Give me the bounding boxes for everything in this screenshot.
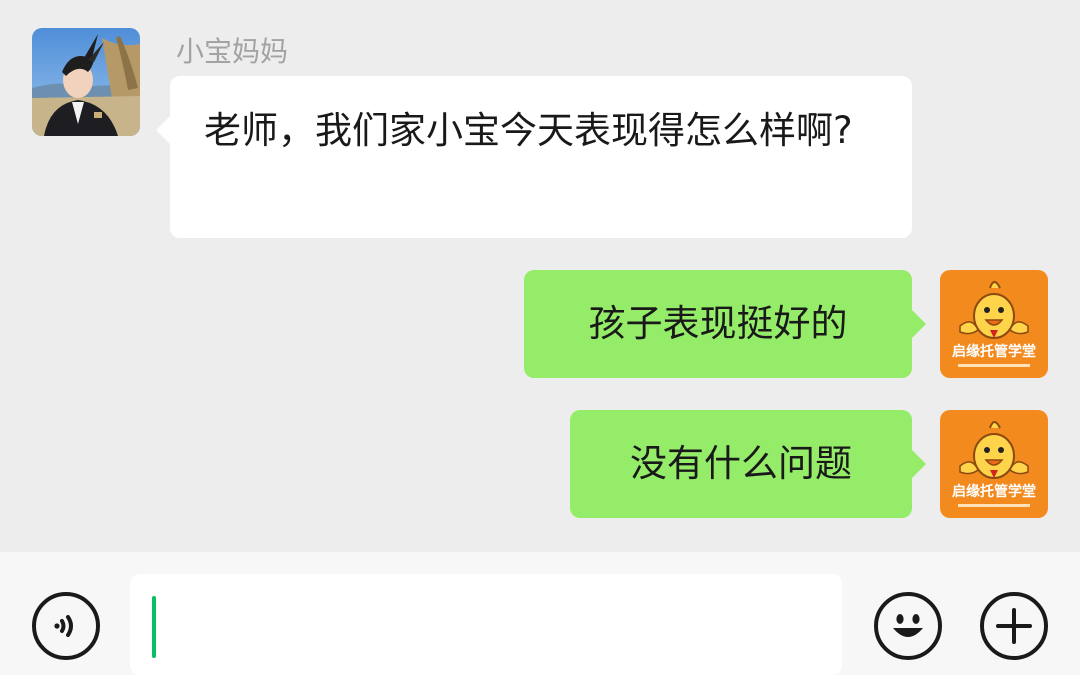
message-text: 老师，我们家小宝今天表现得怎么样啊?	[204, 109, 853, 152]
message-input[interactable]	[130, 574, 842, 675]
emoji-icon	[893, 614, 923, 637]
self-avatar[interactable]: 启缘托管学堂	[940, 270, 1048, 378]
plus-icon	[996, 608, 1032, 644]
message-text: 孩子表现挺好的	[588, 302, 848, 345]
voice-button[interactable]	[32, 592, 100, 660]
self-avatar[interactable]: 启缘托管学堂	[940, 410, 1048, 518]
voice-icon	[54, 615, 73, 637]
sender-name: 小宝妈妈	[176, 35, 289, 68]
emoji-button[interactable]	[874, 592, 942, 660]
duck-logo-avatar: 启缘托管学堂	[940, 270, 1048, 378]
logo-text: 启缘托管学堂	[952, 483, 1036, 500]
outgoing-message-bubble[interactable]: 没有什么问题	[570, 410, 926, 518]
contact-photo	[32, 28, 140, 136]
incoming-message-bubble[interactable]: 老师，我们家小宝今天表现得怎么样啊?	[156, 76, 912, 238]
message-text: 没有什么问题	[630, 442, 852, 485]
contact-avatar[interactable]	[32, 28, 140, 136]
message-list[interactable]: 小宝妈妈 老师，我们家小宝今天表现得怎么样啊? 孩子表现挺好的 启缘托管学堂 没…	[0, 0, 1080, 552]
text-cursor	[152, 596, 156, 658]
duck-logo-avatar: 启缘托管学堂	[940, 410, 1048, 518]
logo-text: 启缘托管学堂	[952, 343, 1036, 360]
more-button[interactable]	[980, 592, 1048, 660]
chat-screen: 小宝妈妈 老师，我们家小宝今天表现得怎么样啊? 孩子表现挺好的 启缘托管学堂 没…	[0, 0, 1080, 675]
outgoing-message-bubble[interactable]: 孩子表现挺好的	[524, 270, 926, 378]
